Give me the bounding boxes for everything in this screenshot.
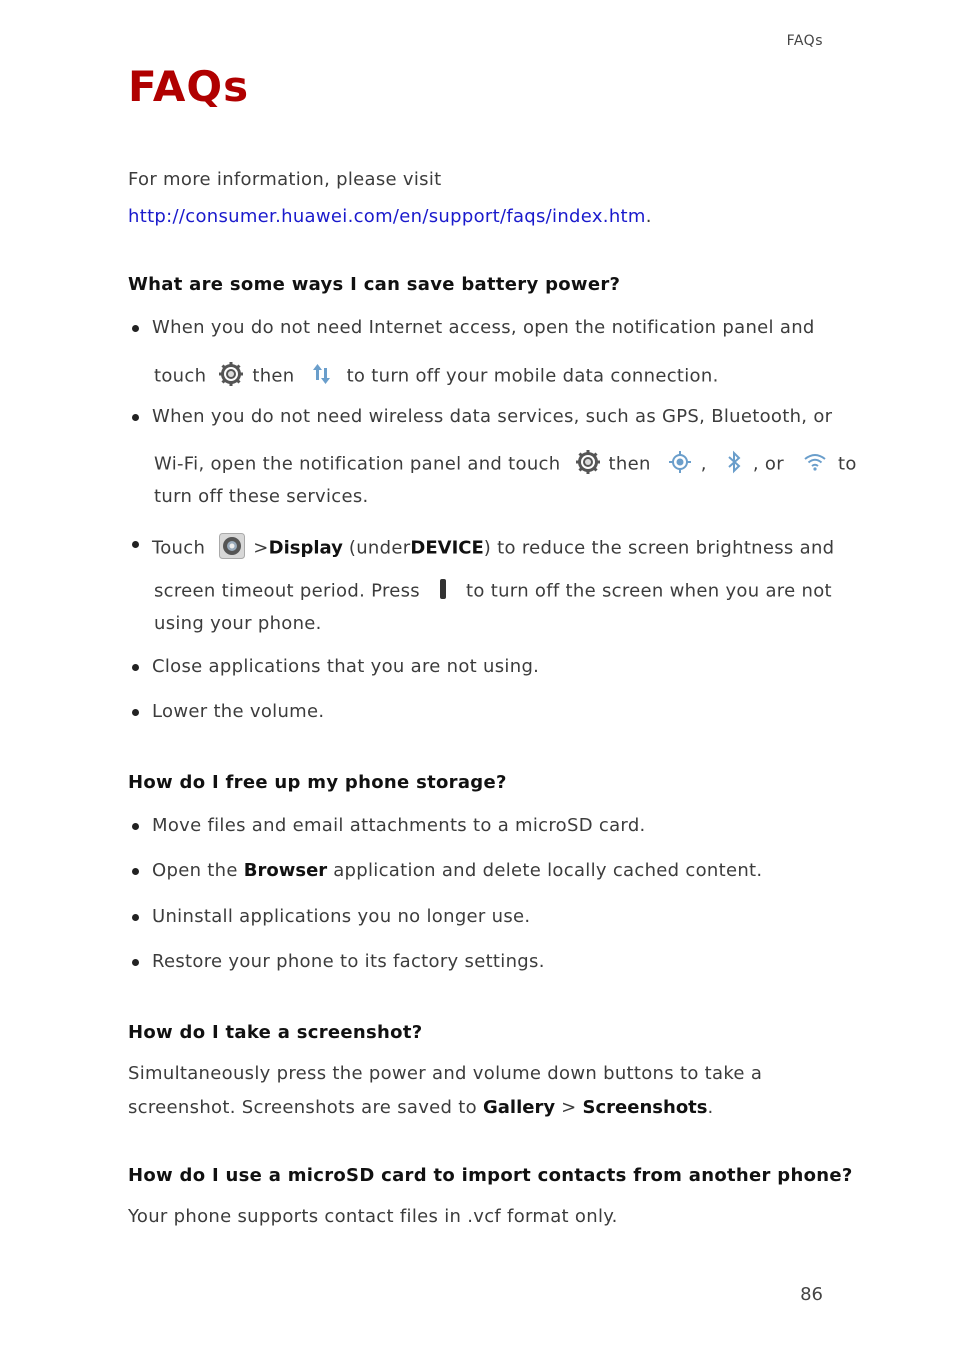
battery-bullet-2-line-3: turn off these services. (154, 486, 369, 507)
menu-display: Display (268, 537, 343, 559)
bullet (132, 541, 139, 548)
question-battery: What are some ways I can save battery po… (128, 274, 621, 295)
text: application and delete locally cached co… (333, 860, 763, 881)
question-microsd: How do I use a microSD card to import co… (128, 1165, 853, 1186)
intro-link-line: http://consumer.huawei.com/en/support/fa… (128, 206, 652, 227)
app-browser: Browser (243, 860, 328, 881)
folder-screenshots: Screenshots (582, 1097, 708, 1118)
text: > (253, 537, 269, 559)
gear-icon (575, 449, 601, 480)
menu-device: DEVICE (410, 537, 484, 559)
gear-icon (218, 361, 244, 392)
text: , (700, 453, 707, 475)
text: ) to reduce the screen brightness and (483, 537, 835, 559)
bullet (132, 414, 139, 421)
storage-bullet-4: Restore your phone to its factory settin… (152, 951, 545, 972)
text: Touch (152, 537, 206, 559)
text: , or (752, 453, 784, 475)
text: to turn off your mobile data connection. (346, 365, 719, 387)
text: > (561, 1097, 577, 1118)
text: screenshot. Screenshots are saved to (128, 1097, 477, 1118)
gps-icon (668, 451, 691, 478)
bullet (132, 664, 139, 671)
text: (under (348, 537, 411, 559)
bullet (132, 914, 139, 921)
question-storage: How do I free up my phone storage? (128, 772, 507, 793)
text: . (707, 1097, 714, 1118)
battery-bullet-2-line-2: Wi-Fi, open the notification panel and t… (154, 449, 857, 480)
battery-bullet-3-line-3: using your phone. (154, 613, 322, 634)
battery-bullet-1-line-2: touch then to turn off your mobile data … (154, 361, 719, 392)
screenshot-answer-line-2: screenshot. Screenshots are saved to Gal… (128, 1097, 714, 1118)
text: to (837, 453, 857, 475)
storage-bullet-1: Move files and email attachments to a mi… (152, 815, 646, 836)
power-button-icon (440, 579, 447, 604)
link-suffix: . (645, 206, 652, 227)
bullet (132, 868, 139, 875)
storage-bullet-2: Open the Browser application and delete … (152, 860, 762, 881)
text: to turn off the screen when you are not (466, 580, 832, 602)
storage-bullet-3: Uninstall applications you no longer use… (152, 906, 531, 927)
text: then (252, 365, 295, 387)
mobile-data-icon (312, 364, 331, 389)
intro-text: For more information, please visit (128, 169, 442, 190)
battery-bullet-3-line-1: Touch >Display (underDEVICE) to reduce t… (152, 533, 834, 564)
page-number: 86 (800, 1284, 823, 1305)
bullet (132, 959, 139, 966)
screenshot-answer-line-1: Simultaneously press the power and volum… (128, 1063, 763, 1084)
battery-bullet-4: Close applications that you are not usin… (152, 656, 540, 677)
battery-bullet-1-line-1: When you do not need Internet access, op… (152, 317, 815, 338)
running-header: FAQs (786, 33, 823, 49)
bullet (132, 709, 139, 716)
text: then (608, 453, 651, 475)
page-title: FAQs (128, 62, 250, 111)
text: Open the (152, 860, 238, 881)
text: Wi-Fi, open the notification panel and t… (154, 453, 561, 475)
settings-app-icon (219, 533, 246, 564)
faq-link[interactable]: http://consumer.huawei.com/en/support/fa… (128, 206, 646, 227)
text: touch (154, 365, 207, 387)
question-screenshot: How do I take a screenshot? (128, 1022, 423, 1043)
bullet (132, 325, 139, 332)
bluetooth-icon (727, 450, 741, 479)
bullet (132, 823, 139, 830)
battery-bullet-2-line-1: When you do not need wireless data servi… (152, 406, 833, 427)
microsd-answer: Your phone supports contact files in .vc… (128, 1206, 618, 1227)
app-gallery: Gallery (483, 1097, 556, 1118)
battery-bullet-5: Lower the volume. (152, 701, 325, 722)
wifi-icon (804, 453, 826, 476)
text: screen timeout period. Press (154, 580, 420, 602)
battery-bullet-3-line-2: screen timeout period. Press to turn off… (154, 579, 832, 604)
